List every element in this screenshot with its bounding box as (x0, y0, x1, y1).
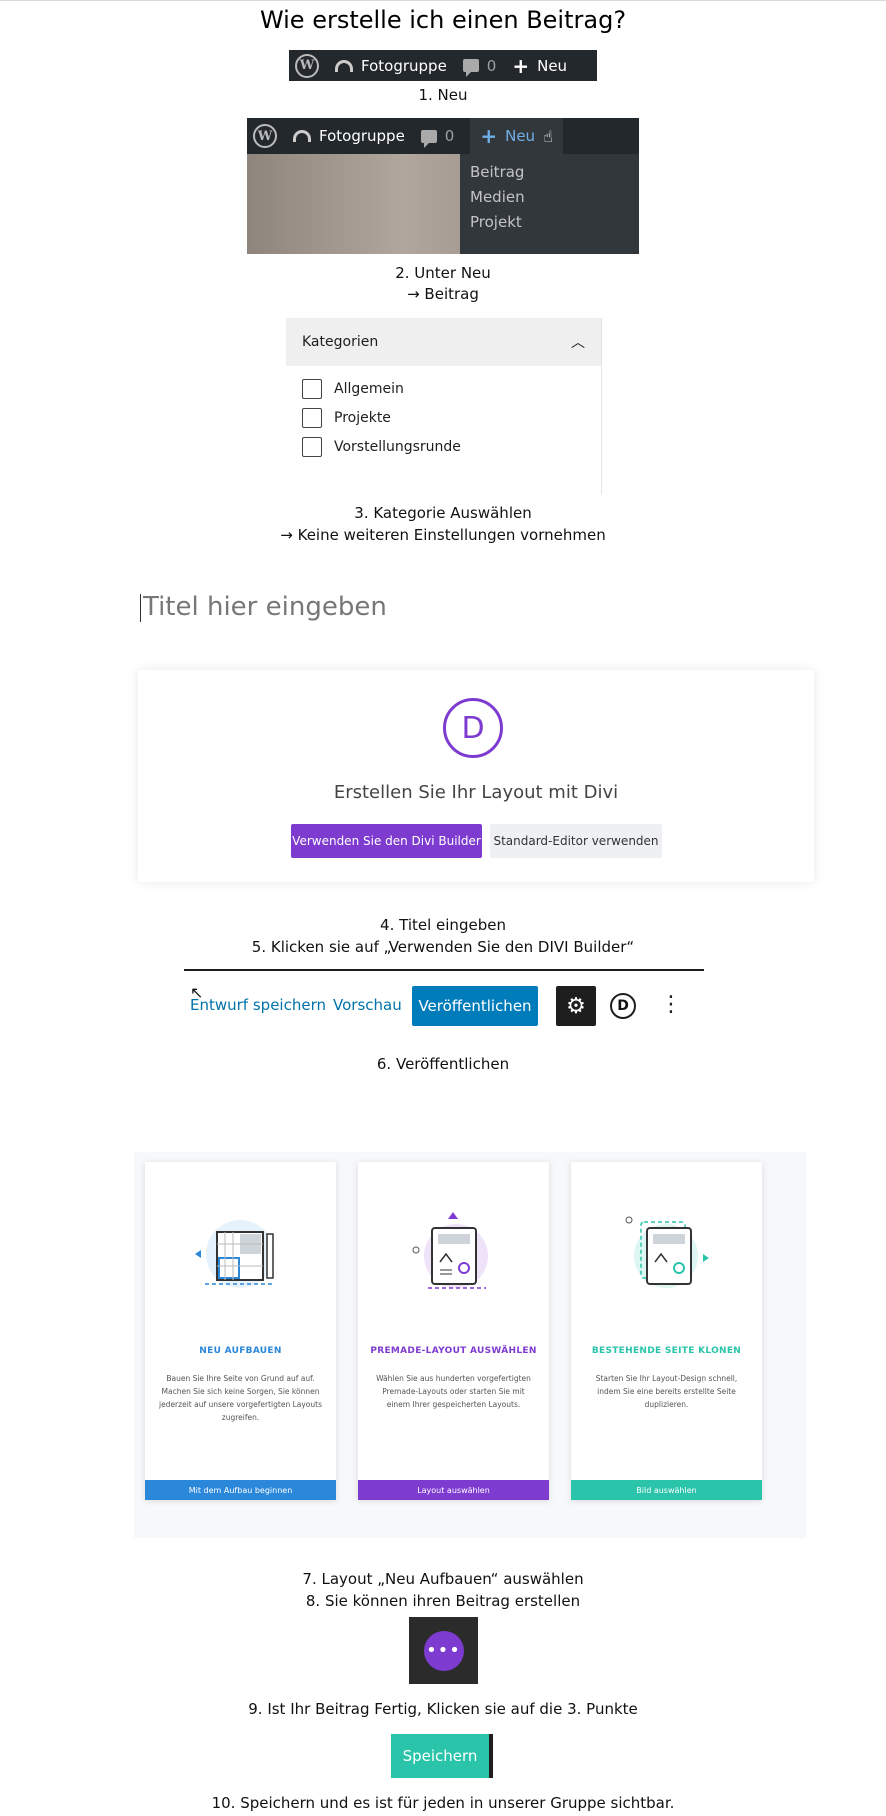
category-checkbox[interactable] (302, 436, 322, 457)
categories-header[interactable]: Kategorien ︿ (286, 318, 601, 366)
blueprint-illustration-icon (195, 1220, 275, 1288)
plus-icon: + (480, 124, 498, 148)
more-options-icon[interactable]: ⋮ (660, 994, 682, 1016)
card-title: NEU AUFBAUEN (199, 1346, 282, 1356)
menu-item-beitrag[interactable]: Beitrag (460, 160, 639, 185)
admin-bar: W Fotogruppe 0 + Neu ☝ (247, 118, 639, 154)
category-row[interactable]: Allgemein (286, 374, 601, 403)
layout-card-premade[interactable]: PREMADE-LAYOUT AUSWÄHLEN Wählen Sie aus … (358, 1162, 549, 1500)
settings-gear-icon[interactable]: ⚙ (556, 986, 596, 1026)
category-row[interactable]: Vorstellungsrunde (286, 432, 601, 461)
dashboard-icon (293, 130, 311, 142)
categories-panel: Kategorien ︿ Allgemein Projekte Vorstell… (286, 318, 602, 494)
standard-editor-button[interactable]: Standard-Editor verwenden (490, 824, 662, 858)
step-8: 8. Sie können ihren Beitrag erstellen (305, 1592, 581, 1610)
comment-icon (420, 129, 437, 148)
hand-cursor-icon: ☝ (543, 126, 553, 146)
step-10: 10. Speichern und es ist für jeden in un… (211, 1794, 675, 1812)
menu-item-medien[interactable]: Medien (460, 185, 639, 210)
categories-heading: Kategorien (302, 334, 379, 350)
card-description: Starten Sie Ihr Layout-Design schnell, i… (595, 1374, 738, 1409)
wordpress-logo-icon[interactable]: W (295, 53, 319, 78)
toolbar-divider (184, 969, 704, 971)
card-title: BESTEHENDE SEITE KLONEN (591, 1346, 742, 1356)
post-title-input[interactable]: Titel hier eingeben (140, 592, 740, 632)
comments-link[interactable]: 0 (462, 57, 496, 77)
step-9: 9. Ist Ihr Beitrag Fertig, Klicken sie a… (248, 1700, 638, 1718)
choose-image-button[interactable]: Bild auswählen (571, 1480, 762, 1500)
category-checkbox[interactable] (302, 407, 322, 428)
step-3: 3. Kategorie Auswählen (354, 504, 532, 522)
step-5: 5. Klicken sie auf „Verwenden Sie den DI… (251, 938, 635, 956)
category-checkbox[interactable] (302, 378, 322, 399)
comments-link[interactable]: 0 (420, 127, 454, 148)
layout-card-new-build[interactable]: NEU AUFBAUEN Bauen Sie Ihre Seite von Gr… (145, 1162, 336, 1500)
use-divi-builder-button[interactable]: Verwenden Sie den Divi Builder (291, 824, 482, 858)
card-title: PREMADE-LAYOUT AUSWÄHLEN (370, 1346, 537, 1356)
chevron-up-icon: ︿ (571, 335, 585, 351)
card-description: Bauen Sie Ihre Seite von Grund auf auf. … (158, 1374, 322, 1422)
dashboard-icon (335, 59, 353, 72)
plus-icon: + (512, 53, 530, 78)
category-row[interactable]: Projekte (286, 403, 601, 432)
comment-icon (462, 59, 479, 77)
builder-menu-screenshot: ••• (409, 1617, 478, 1684)
step-3-sub: → Keine weiteren Einstellungen vornehmen (280, 526, 606, 544)
preview-button[interactable]: Vorschau (333, 996, 402, 1014)
page-title: Wie erstelle ich einen Beitrag? (259, 6, 627, 34)
premade-layout-illustration-icon (412, 1212, 488, 1289)
choose-layout-button[interactable]: Layout auswählen (358, 1480, 549, 1500)
publish-button[interactable]: Veröffentlichen (412, 986, 538, 1026)
layout-card-clone[interactable]: BESTEHENDE SEITE KLONEN Starten Sie Ihr … (571, 1162, 762, 1500)
step-7: 7. Layout „Neu Aufbauen“ auswählen (302, 1570, 584, 1588)
card-description: Wählen Sie aus hunderten vorgefertigten … (376, 1374, 531, 1409)
wordpress-logo-icon[interactable]: W (253, 124, 277, 148)
divi-logo-icon: D (443, 698, 503, 758)
top-divider (0, 0, 886, 1)
admin-bar-small: W Fotogruppe 0 + Neu (289, 50, 597, 81)
new-link[interactable]: + Neu (512, 56, 567, 76)
step-4: 4. Titel eingeben (380, 916, 506, 934)
new-dropdown-menu: Beitrag Medien Projekt (460, 154, 639, 254)
start-building-button[interactable]: Mit dem Aufbau beginnen (145, 1480, 336, 1500)
save-button[interactable]: Speichern (391, 1734, 493, 1778)
step-6: 6. Veröffentlichen (376, 1055, 510, 1073)
more-dots-icon[interactable]: ••• (423, 1630, 464, 1671)
step-2-sub: → Beitrag (407, 285, 479, 303)
save-draft-button[interactable]: Entwurf speichern (190, 996, 326, 1014)
title-placeholder: Titel hier eingeben (143, 592, 387, 622)
step-2: 2. Unter Neu (395, 264, 491, 282)
clone-page-illustration-icon (625, 1216, 709, 1288)
divi-heading: Erstellen Sie Ihr Layout mit Divi (333, 782, 619, 803)
divi-toggle-icon[interactable]: D (610, 993, 636, 1019)
site-name-link[interactable]: Fotogruppe (293, 127, 405, 145)
new-link-active[interactable]: + Neu ☝ (470, 118, 563, 154)
step-1: 1. Neu (418, 86, 468, 104)
site-name-link[interactable]: Fotogruppe (335, 57, 447, 75)
divi-builder-box: D Erstellen Sie Ihr Layout mit Divi Verw… (138, 670, 814, 882)
menu-item-projekt[interactable]: Projekt (460, 210, 639, 235)
